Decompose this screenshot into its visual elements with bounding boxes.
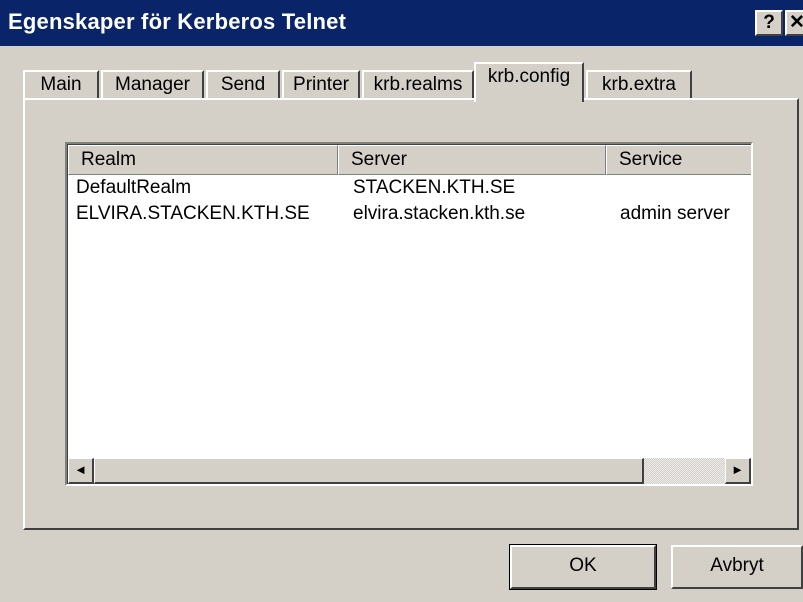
tab-krb-realms[interactable]: krb.realms: [362, 70, 474, 100]
ok-button[interactable]: OK: [509, 544, 657, 590]
tab-printer[interactable]: Printer: [282, 70, 360, 100]
service-cell: admin server: [620, 203, 730, 224]
scroll-left-icon[interactable]: ◄: [68, 458, 94, 484]
scroll-right-icon[interactable]: ►: [725, 458, 751, 484]
column-header-realm[interactable]: Realm: [68, 145, 338, 175]
cancel-button[interactable]: Avbryt: [671, 545, 803, 589]
horizontal-scrollbar[interactable]: ◄ ►: [68, 458, 751, 484]
tab-krb-extra[interactable]: krb.extra: [586, 70, 692, 100]
scrollbar-thumb[interactable]: [94, 458, 644, 484]
tab-main[interactable]: Main: [23, 70, 99, 100]
realm-list[interactable]: Realm Server Service DefaultRealm STACKE…: [65, 142, 753, 486]
help-button[interactable]: ?: [755, 10, 783, 36]
tab-krb-config[interactable]: krb.config: [474, 62, 584, 102]
tab-send[interactable]: Send: [206, 70, 280, 100]
properties-dialog: Egenskaper för Kerberos Telnet ? ✕ Main …: [0, 0, 803, 602]
tab-manager[interactable]: Manager: [101, 70, 204, 100]
realm-cell: DefaultRealm: [76, 177, 192, 198]
server-cell: STACKEN.KTH.SE: [353, 177, 516, 198]
realm-cell: ELVIRA.STACKEN.KTH.SE: [76, 203, 310, 224]
server-cell: elvira.stacken.kth.se: [353, 203, 526, 224]
title-bar[interactable]: Egenskaper för Kerberos Telnet ? ✕: [0, 0, 803, 46]
window-title: Egenskaper för Kerberos Telnet: [8, 9, 347, 34]
column-header-server[interactable]: Server: [338, 145, 606, 175]
column-header-service[interactable]: Service: [606, 145, 751, 175]
close-button[interactable]: ✕: [785, 10, 803, 36]
